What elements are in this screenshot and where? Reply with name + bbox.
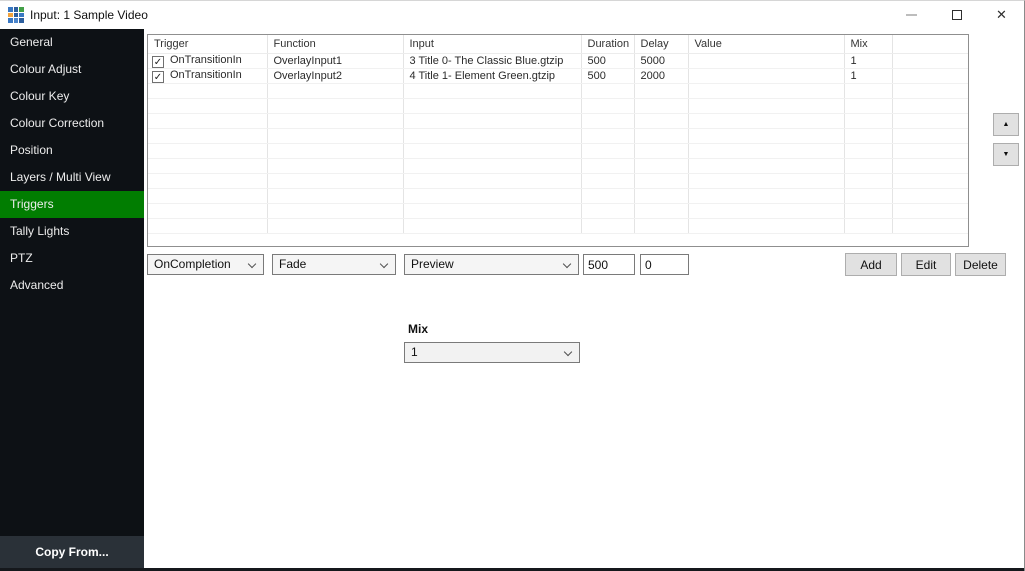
table-row-empty (148, 143, 968, 158)
cell-duration: 500 (581, 53, 634, 68)
mix-dropdown-value: 1 (411, 345, 418, 359)
table-row-empty (148, 173, 968, 188)
chevron-down-icon (564, 348, 572, 356)
sidebar-item-tally-lights[interactable]: Tally Lights (0, 218, 144, 245)
checkbox-checked-icon[interactable] (152, 56, 164, 68)
delay-input[interactable] (640, 254, 689, 275)
cell-function: OverlayInput2 (267, 68, 403, 83)
close-icon (996, 6, 1007, 24)
vmix-logo-icon (8, 7, 24, 23)
chevron-down-icon (563, 260, 571, 268)
column-header-value: Value (688, 35, 844, 53)
sidebar-item-ptz[interactable]: PTZ (0, 245, 144, 272)
table-row-empty (148, 98, 968, 113)
mix-label: Mix (408, 322, 428, 336)
table-row[interactable]: OnTransitionIn OverlayInput1 3 Title 0- … (148, 53, 968, 68)
table-header-row: Trigger Function Input Duration Delay Va… (148, 35, 968, 53)
cell-delay: 2000 (634, 68, 688, 83)
function-dropdown-value: Fade (279, 257, 306, 271)
minimize-icon (906, 14, 917, 16)
minimize-button[interactable] (889, 1, 934, 29)
delete-button[interactable]: Delete (955, 253, 1006, 276)
cell-delay: 5000 (634, 53, 688, 68)
input-settings-window: Input: 1 Sample Video General Colour Adj… (0, 0, 1025, 571)
window-title: Input: 1 Sample Video (30, 8, 148, 22)
cell-duration: 500 (581, 68, 634, 83)
sidebar-item-position[interactable]: Position (0, 137, 144, 164)
copy-from-button[interactable]: Copy From... (0, 536, 144, 568)
trigger-value: OnTransitionIn (170, 54, 242, 66)
sidebar-item-layers-multi-view[interactable]: Layers / Multi View (0, 164, 144, 191)
column-header-mix: Mix (844, 35, 892, 53)
up-arrow-icon (1003, 121, 1010, 128)
chevron-down-icon (380, 260, 388, 268)
cell-blank (892, 53, 968, 68)
sidebar-item-triggers[interactable]: Triggers (0, 191, 144, 218)
maximize-icon (952, 10, 962, 20)
input-dropdown[interactable]: Preview (404, 254, 579, 275)
column-header-blank (892, 35, 968, 53)
sidebar-item-colour-key[interactable]: Colour Key (0, 83, 144, 110)
titlebar: Input: 1 Sample Video (0, 1, 1024, 29)
cell-trigger: OnTransitionIn (148, 53, 267, 68)
duration-input[interactable] (583, 254, 635, 275)
sidebar-item-colour-correction[interactable]: Colour Correction (0, 110, 144, 137)
cell-input: 4 Title 1- Element Green.gtzip (403, 68, 581, 83)
move-up-button[interactable] (993, 113, 1019, 136)
sidebar: General Colour Adjust Colour Key Colour … (0, 29, 144, 569)
sidebar-item-advanced[interactable]: Advanced (0, 272, 144, 299)
triggers-table-body: OnTransitionIn OverlayInput1 3 Title 0- … (148, 53, 968, 233)
trigger-type-dropdown-value: OnCompletion (154, 257, 231, 271)
trigger-value: OnTransitionIn (170, 69, 242, 81)
cell-input: 3 Title 0- The Classic Blue.gtzip (403, 53, 581, 68)
column-header-input: Input (403, 35, 581, 53)
triggers-table: Trigger Function Input Duration Delay Va… (147, 34, 969, 247)
table-row-empty (148, 83, 968, 98)
edit-button[interactable]: Edit (901, 253, 951, 276)
table-row-empty (148, 203, 968, 218)
checkbox-checked-icon[interactable] (152, 71, 164, 83)
input-dropdown-value: Preview (411, 257, 454, 271)
cell-blank (892, 68, 968, 83)
cell-value (688, 68, 844, 83)
table-row-empty (148, 128, 968, 143)
close-button[interactable] (979, 1, 1024, 29)
function-dropdown[interactable]: Fade (272, 254, 396, 275)
add-button[interactable]: Add (845, 253, 897, 276)
move-down-button[interactable] (993, 143, 1019, 166)
cell-function: OverlayInput1 (267, 53, 403, 68)
trigger-type-dropdown[interactable]: OnCompletion (147, 254, 264, 275)
column-header-trigger: Trigger (148, 35, 267, 53)
cell-trigger: OnTransitionIn (148, 68, 267, 83)
sidebar-item-colour-adjust[interactable]: Colour Adjust (0, 56, 144, 83)
cell-mix: 1 (844, 68, 892, 83)
table-row-empty (148, 113, 968, 128)
table-row-empty (148, 188, 968, 203)
mix-dropdown[interactable]: 1 (404, 342, 580, 363)
down-arrow-icon (1003, 151, 1010, 158)
table-row-empty (148, 158, 968, 173)
cell-mix: 1 (844, 53, 892, 68)
chevron-down-icon (248, 260, 256, 268)
maximize-button[interactable] (934, 1, 979, 29)
column-header-delay: Delay (634, 35, 688, 53)
table-row[interactable]: OnTransitionIn OverlayInput2 4 Title 1- … (148, 68, 968, 83)
cell-value (688, 53, 844, 68)
table-row-empty (148, 218, 968, 233)
column-header-duration: Duration (581, 35, 634, 53)
sidebar-item-general[interactable]: General (0, 29, 144, 56)
column-header-function: Function (267, 35, 403, 53)
